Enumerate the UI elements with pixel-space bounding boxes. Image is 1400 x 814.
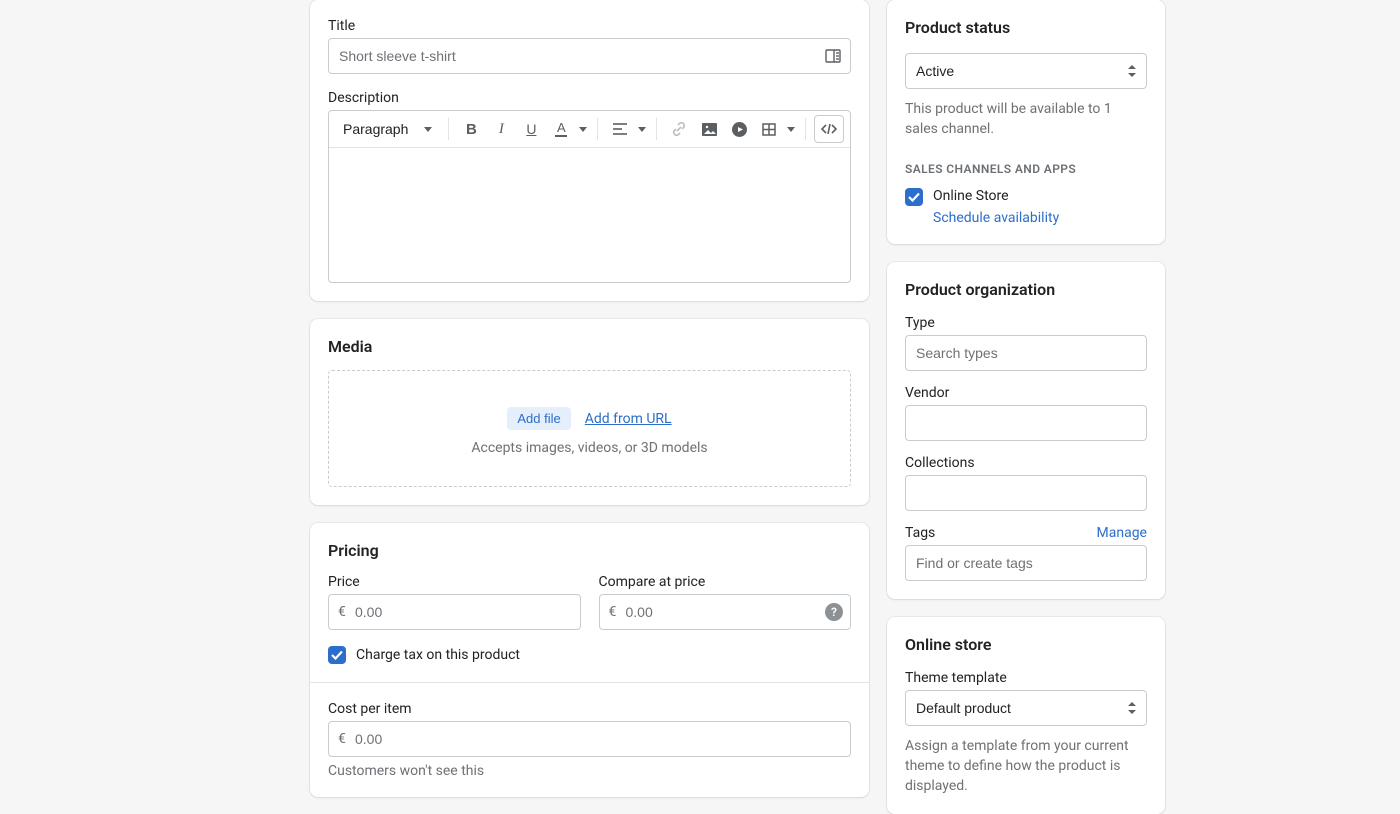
add-from-url-link[interactable]: Add from URL bbox=[585, 411, 672, 427]
help-icon[interactable]: ? bbox=[825, 603, 843, 621]
separator bbox=[656, 118, 657, 140]
image-button[interactable] bbox=[695, 115, 723, 143]
chevron-down-icon bbox=[787, 127, 795, 132]
check-icon bbox=[908, 192, 920, 202]
title-label: Title bbox=[328, 18, 851, 34]
rte-toolbar: Paragraph B I U A bbox=[329, 111, 850, 148]
title-description-card: Title Description bbox=[310, 0, 869, 301]
charge-tax-label: Charge tax on this product bbox=[356, 647, 520, 663]
title-input[interactable] bbox=[328, 38, 851, 74]
separator bbox=[597, 118, 598, 140]
rte-paragraph-select[interactable]: Paragraph bbox=[335, 115, 440, 143]
media-hint: Accepts images, videos, or 3D models bbox=[339, 440, 840, 456]
text-color-button[interactable]: A bbox=[547, 115, 575, 143]
channels-heading: SALES CHANNELS AND APPS bbox=[905, 162, 1147, 176]
organization-heading: Product organization bbox=[905, 280, 1147, 299]
status-select[interactable]: Active bbox=[905, 53, 1147, 89]
chevron-down-icon bbox=[638, 127, 646, 132]
chevron-down-icon bbox=[424, 127, 432, 132]
description-label: Description bbox=[328, 90, 851, 106]
video-button[interactable] bbox=[725, 115, 753, 143]
schedule-availability-link[interactable]: Schedule availability bbox=[933, 210, 1059, 226]
template-hint: Assign a template from your current them… bbox=[905, 736, 1147, 797]
html-view-button[interactable] bbox=[814, 115, 844, 143]
currency-prefix: € bbox=[609, 604, 617, 620]
compare-price-input[interactable] bbox=[599, 594, 852, 630]
manage-tags-link[interactable]: Manage bbox=[1097, 525, 1147, 541]
rte-paragraph-label: Paragraph bbox=[343, 121, 408, 137]
bold-button[interactable]: B bbox=[457, 115, 485, 143]
check-icon bbox=[331, 650, 343, 660]
collections-input[interactable] bbox=[905, 475, 1147, 511]
description-textarea[interactable] bbox=[329, 148, 850, 282]
online-store-checkbox[interactable] bbox=[905, 188, 923, 206]
currency-prefix: € bbox=[338, 731, 346, 747]
product-organization-card: Product organization Type Vendor Collect… bbox=[887, 262, 1165, 599]
separator bbox=[448, 118, 449, 140]
tags-label: Tags bbox=[905, 525, 935, 541]
price-input[interactable] bbox=[328, 594, 581, 630]
online-store-heading: Online store bbox=[905, 635, 1147, 654]
vendor-label: Vendor bbox=[905, 385, 1147, 401]
chevron-down-icon bbox=[579, 127, 587, 132]
online-store-card: Online store Theme template Default prod… bbox=[887, 617, 1165, 814]
table-button[interactable] bbox=[755, 115, 783, 143]
compare-price-label: Compare at price bbox=[599, 574, 852, 590]
pricing-card: Pricing Price € Compare at price € bbox=[310, 523, 869, 797]
separator bbox=[805, 118, 806, 140]
add-file-button[interactable]: Add file bbox=[507, 407, 570, 430]
cost-input[interactable] bbox=[328, 721, 851, 757]
type-input[interactable] bbox=[905, 335, 1147, 371]
cost-label: Cost per item bbox=[328, 701, 851, 717]
status-hint: This product will be available to 1 sale… bbox=[905, 99, 1147, 140]
divider bbox=[310, 682, 869, 683]
tags-input[interactable] bbox=[905, 545, 1147, 581]
align-button[interactable] bbox=[606, 115, 634, 143]
italic-button[interactable]: I bbox=[487, 115, 515, 143]
currency-prefix: € bbox=[338, 604, 346, 620]
underline-button[interactable]: U bbox=[517, 115, 545, 143]
charge-tax-checkbox[interactable] bbox=[328, 646, 346, 664]
media-heading: Media bbox=[328, 337, 851, 356]
media-dropzone[interactable]: Add file Add from URL Accepts images, vi… bbox=[328, 370, 851, 487]
status-heading: Product status bbox=[905, 18, 1147, 37]
template-label: Theme template bbox=[905, 670, 1147, 686]
template-picker-icon[interactable] bbox=[825, 49, 841, 63]
media-card: Media Add file Add from URL Accepts imag… bbox=[310, 319, 869, 505]
cost-hint: Customers won't see this bbox=[328, 763, 851, 779]
pricing-heading: Pricing bbox=[328, 541, 851, 560]
product-status-card: Product status Active This product will … bbox=[887, 0, 1165, 244]
type-label: Type bbox=[905, 315, 1147, 331]
vendor-input[interactable] bbox=[905, 405, 1147, 441]
price-label: Price bbox=[328, 574, 581, 590]
link-button[interactable] bbox=[665, 115, 693, 143]
description-editor: Paragraph B I U A bbox=[328, 110, 851, 283]
collections-label: Collections bbox=[905, 455, 1147, 471]
channel-name: Online Store bbox=[933, 188, 1059, 204]
template-select[interactable]: Default product bbox=[905, 690, 1147, 726]
